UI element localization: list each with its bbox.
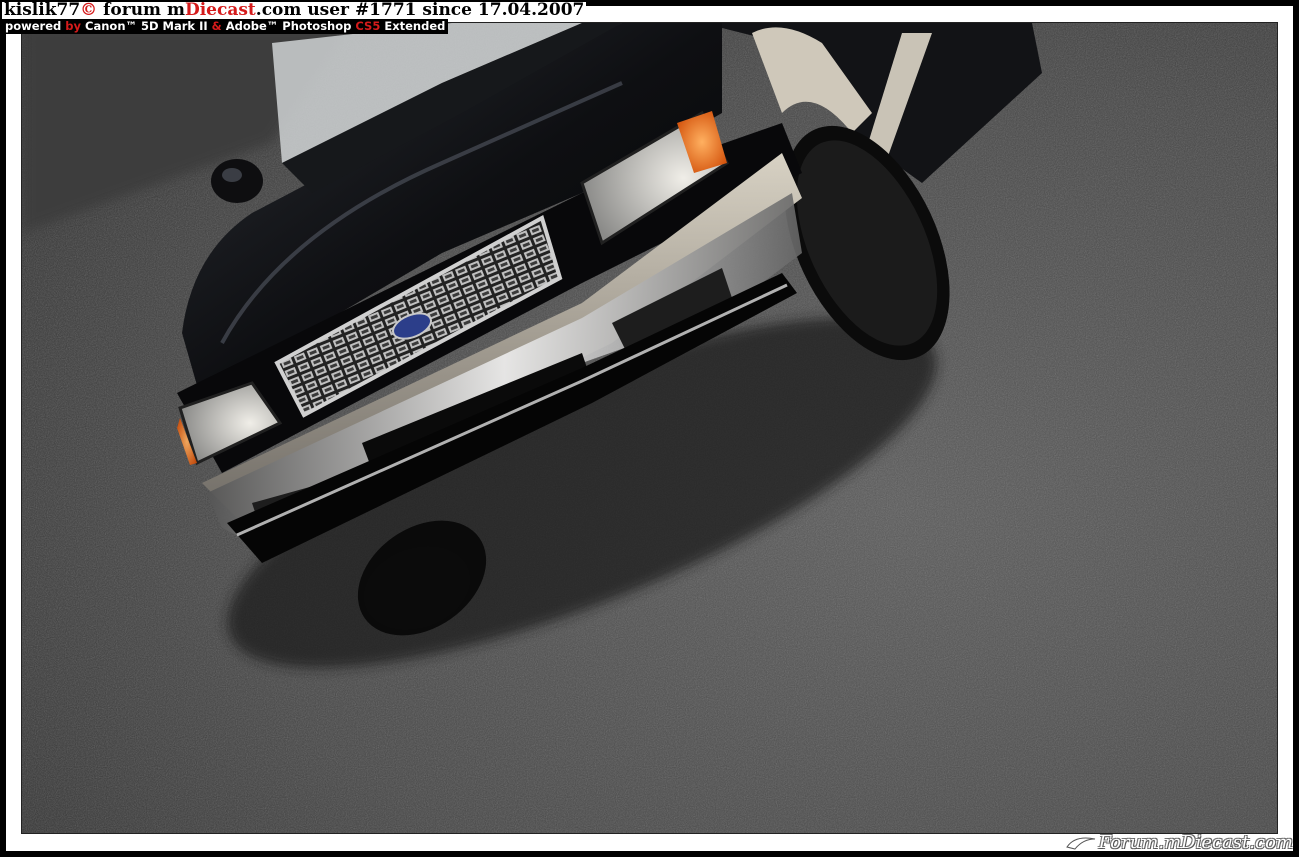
by-text: by: [65, 19, 82, 33]
watermark-user-id: #1771: [354, 0, 417, 20]
forum-watermark: kislik77© forum mDiecast.com user #1771 …: [2, 0, 587, 20]
camera-text: Canon™ 5D Mark II: [85, 19, 208, 33]
watermark-forum-suffix: .com: [255, 0, 302, 20]
powered-by-line: powered by Canon™ 5D Mark II & Adobe™ Ph…: [2, 19, 449, 34]
watermark-forum-brand: Diecast: [184, 0, 256, 20]
watermark-user-label: user: [307, 0, 350, 20]
watermark-copyright: ©: [80, 0, 98, 20]
cs5-text: CS5: [355, 19, 381, 33]
amp-text: &: [211, 19, 222, 33]
forum-logo: Forum.mDiecast.com: [1065, 832, 1293, 853]
watermark-since-date: 17.04.2007: [477, 0, 585, 20]
logo-text: orum.mDiecast.com: [1110, 832, 1293, 853]
watermark-forum-prefix: forum m: [103, 0, 185, 20]
swoosh-icon: [1065, 837, 1095, 850]
watermark-since-label: since: [422, 0, 472, 20]
photo: [21, 22, 1278, 834]
watermark-user: kislik77: [4, 0, 81, 20]
powered-text: powered: [5, 19, 62, 33]
software-text: Adobe™ Photoshop: [225, 19, 352, 33]
logo-initial: F: [1098, 832, 1111, 853]
extended-text: Extended: [384, 19, 446, 33]
truck-photo: [22, 23, 1277, 833]
